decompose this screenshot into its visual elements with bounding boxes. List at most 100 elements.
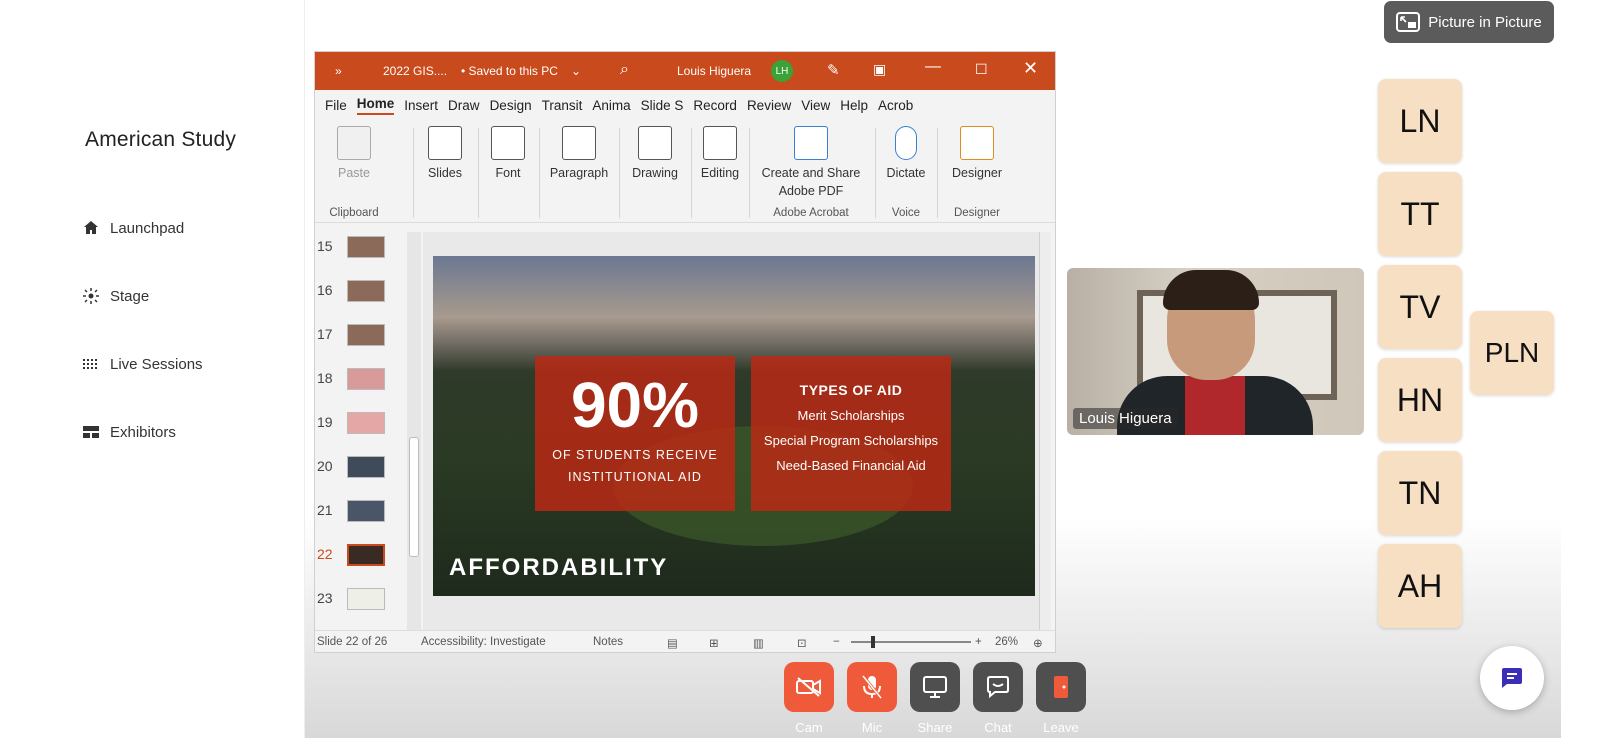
slide-thumbnail[interactable]: 17	[315, 320, 415, 360]
drawing-button[interactable]: Drawing	[621, 120, 689, 223]
sidebar-item-stage[interactable]: Stage	[82, 287, 149, 305]
sidebar-item-label: Exhibitors	[110, 423, 176, 441]
slide-show-icon[interactable]: ⊡	[797, 636, 807, 650]
accessibility-status[interactable]: Accessibility: Investigate	[421, 636, 546, 648]
tab-slide-show[interactable]: Slide S	[641, 98, 684, 113]
divider	[539, 128, 540, 218]
mic-label: Mic	[861, 720, 883, 735]
slides-button[interactable]: Slides	[415, 120, 475, 223]
scrollbar-thumb[interactable]	[409, 437, 419, 557]
fit-slide-icon[interactable]: ⊕	[1033, 636, 1043, 650]
tab-view[interactable]: View	[801, 98, 830, 113]
participant-tile[interactable]: PLN	[1470, 311, 1554, 395]
aid-title: TYPES OF AID	[799, 382, 903, 398]
presenter-video[interactable]: Louis Higuera	[1067, 268, 1364, 435]
designer-icon	[960, 126, 994, 160]
zoom-out-icon[interactable]: −	[833, 636, 840, 648]
slide-thumbnail[interactable]: 19	[315, 408, 415, 448]
chat-launcher-button[interactable]	[1480, 646, 1544, 710]
chevron-down-icon[interactable]: ⌄	[571, 64, 581, 78]
slide-thumbnail-current[interactable]: 22	[315, 540, 415, 580]
tab-acrobat[interactable]: Acrob	[878, 98, 913, 113]
zoom-level[interactable]: 26%	[995, 636, 1018, 648]
close-icon[interactable]: ✕	[1023, 58, 1038, 79]
participant-tile[interactable]: AH	[1378, 544, 1462, 628]
pen-icon[interactable]: ✎	[827, 61, 840, 79]
share-button[interactable]	[910, 662, 960, 712]
share-label: Share	[917, 720, 953, 735]
ppt-saved-status[interactable]: • Saved to this PC	[461, 64, 558, 78]
tab-review[interactable]: Review	[747, 98, 791, 113]
designer-button[interactable]: Designer Designer	[939, 120, 1015, 223]
slide-thumbnail[interactable]: 20	[315, 452, 415, 492]
reading-view-icon[interactable]: ▥	[753, 636, 764, 650]
participant-tile[interactable]: TT	[1378, 172, 1462, 256]
normal-view-icon[interactable]: ▤	[667, 636, 678, 650]
participant-tile[interactable]: HN	[1378, 358, 1462, 442]
group-label: Voice	[891, 207, 921, 219]
drawing-label: Drawing	[632, 166, 678, 180]
slide-number: 21	[317, 502, 333, 518]
mic-off-icon	[861, 675, 883, 699]
tab-help[interactable]: Help	[840, 98, 868, 113]
sidebar-item-live-sessions[interactable]: Live Sessions	[82, 355, 203, 373]
chat-button[interactable]	[973, 662, 1023, 712]
zoom-slider[interactable]	[851, 641, 971, 643]
slide-thumbnail[interactable]: 16	[315, 276, 415, 316]
ribbon-display-icon[interactable]: ▣	[873, 61, 886, 78]
sidebar-item-launchpad[interactable]: Launchpad	[82, 219, 184, 237]
slide-thumbnail[interactable]: 15	[315, 232, 415, 272]
tab-animations[interactable]: Anima	[592, 98, 630, 113]
thumbnail-scrollbar[interactable]	[407, 232, 421, 634]
thumbnail-image	[347, 280, 385, 302]
slide-thumbnail[interactable]: 23	[315, 584, 415, 624]
mic-button[interactable]	[847, 662, 897, 712]
paragraph-icon	[562, 126, 596, 160]
minimize-icon[interactable]: —	[925, 58, 941, 76]
tab-design[interactable]: Design	[490, 98, 532, 113]
slide-number: 16	[317, 282, 333, 298]
slide-sorter-icon[interactable]: ⊞	[709, 636, 719, 650]
participant-tile[interactable]: LN	[1378, 79, 1462, 163]
paragraph-button[interactable]: Paragraph	[541, 120, 617, 223]
leave-button[interactable]	[1036, 662, 1086, 712]
notes-button[interactable]: Notes	[593, 636, 623, 648]
monitor-icon	[923, 676, 947, 698]
tab-record[interactable]: Record	[693, 98, 737, 113]
brand-title: American Study	[85, 128, 237, 151]
slide-title: AFFORDABILITY	[449, 554, 669, 581]
ppt-ribbon: Paste Clipboard Slides Font Paragraph Dr…	[315, 120, 1055, 223]
cam-button[interactable]	[784, 662, 834, 712]
slide-thumbnail[interactable]: 18	[315, 364, 415, 404]
leave-label: Leave	[1043, 720, 1079, 735]
sidebar-item-exhibitors[interactable]: Exhibitors	[82, 423, 176, 441]
picture-in-picture-button[interactable]: Picture in Picture	[1384, 1, 1554, 43]
tab-home[interactable]: Home	[356, 96, 395, 115]
tab-transitions[interactable]: Transit	[542, 98, 583, 113]
adobe-pdf-label: Adobe PDF	[778, 184, 844, 198]
zoom-in-icon[interactable]: +	[975, 636, 982, 648]
tab-file[interactable]: File	[325, 98, 347, 113]
divider	[413, 128, 414, 218]
editing-button[interactable]: Editing	[693, 120, 747, 223]
participant-tile[interactable]: TN	[1378, 451, 1462, 535]
expand-chevrons-icon[interactable]: »	[335, 64, 342, 78]
zoom-slider-knob[interactable]	[871, 636, 875, 648]
tab-draw[interactable]: Draw	[448, 98, 480, 113]
slide-thumbnail[interactable]: 21	[315, 496, 415, 536]
paste-icon[interactable]	[337, 126, 371, 160]
tab-insert[interactable]: Insert	[404, 98, 438, 113]
paragraph-label: Paragraph	[549, 166, 609, 180]
sparkle-icon	[83, 288, 99, 304]
slide-number: 15	[317, 238, 333, 254]
font-button[interactable]: Font	[479, 120, 537, 223]
participant-tile[interactable]: TV	[1378, 265, 1462, 349]
create-share-pdf-button[interactable]: Create and Share Adobe PDF Adobe Acrobat	[751, 120, 871, 223]
maximize-icon[interactable]: ☐	[975, 61, 988, 78]
current-slide[interactable]: 90% OF STUDENTS RECEIVE INSTITUTIONAL AI…	[433, 256, 1035, 596]
group-label: Adobe Acrobat	[773, 207, 849, 219]
dictate-button[interactable]: Dictate Voice	[877, 120, 935, 223]
canvas-scrollbar[interactable]	[1039, 232, 1051, 634]
search-icon[interactable]: ⌕	[620, 61, 629, 79]
ppt-user-avatar[interactable]: LH	[771, 60, 793, 82]
